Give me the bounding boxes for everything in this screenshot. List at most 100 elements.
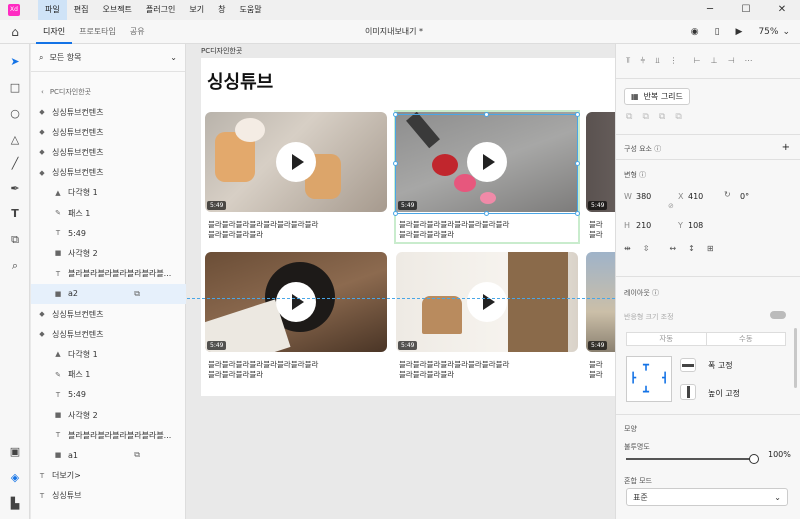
video-card[interactable]: 5:49 블라블라블라블라블라블라블라블라 블라블라블라블라 [396,252,578,380]
menu-plugin[interactable]: 플러그인 [139,0,182,20]
distribute-h-icon[interactable]: ⋯ [745,56,753,66]
layer-row[interactable]: ■ a2 ⧉ [31,283,186,304]
resize-handle[interactable] [484,112,489,117]
polygon-tool-icon[interactable]: △ [7,132,23,148]
menu-window[interactable]: 창 [211,0,232,20]
line-tool-icon[interactable]: ╱ [7,156,23,172]
layers-icon[interactable]: ◈ [7,470,23,486]
tab-prototype[interactable]: 프로토타입 [72,20,123,44]
layer-row[interactable]: ■ 사각형 2 [31,243,186,263]
height-field[interactable]: 210 [636,221,651,230]
lock-aspect-icon[interactable]: ⊘ [668,202,674,210]
y-field[interactable]: 108 [688,221,703,230]
layer-row[interactable]: ▲ 다각형 1 [31,344,186,364]
user-icon[interactable]: ◉ [691,27,699,37]
align-left-icon[interactable]: ⊢ [694,56,701,66]
menu-file[interactable]: 파일 [38,0,67,20]
layer-row[interactable]: ✎ 패스 1 [31,203,186,223]
layers-breadcrumb[interactable]: ‹ PC디자인한곳 [31,82,186,102]
fix-width-toggle[interactable] [680,358,696,372]
zoom-dropdown-icon[interactable]: ⌄ [782,27,790,37]
align-bottom-icon[interactable]: ⫫ [655,56,660,66]
layer-row[interactable]: ◆ 싱싱튜브컨텐츠 [31,304,186,324]
panel-scrollbar[interactable] [794,328,797,388]
fix-height-toggle[interactable] [680,384,696,400]
device-preview-icon[interactable]: ▯ [715,27,720,37]
rectangle-tool-icon[interactable]: □ [7,80,23,96]
layer-row[interactable]: ■ a1 ⧉ [31,445,186,465]
ellipse-tool-icon[interactable]: ○ [7,106,23,122]
chevron-down-icon[interactable]: ⌄ [170,53,177,62]
layer-row[interactable]: ◆ 싱싱튜브컨텐츠 [31,102,186,122]
document-title[interactable]: 이미지내보내기 * [365,20,423,44]
select-tool-icon[interactable]: ➤ [7,54,23,70]
video-card[interactable]: 5:49 블라블라블라블라블라블라블라블라 블라블라블라블라 [205,252,387,380]
add-component-icon[interactable]: + [782,142,790,153]
resize-handle[interactable] [575,161,580,166]
opacity-slider-knob[interactable] [749,454,759,464]
rotation-field[interactable]: 0° [740,192,749,201]
align-center-icon[interactable]: ⊥ [711,56,718,66]
resize-handle[interactable] [393,112,398,117]
resize-handle[interactable] [575,112,580,117]
play-preview-icon[interactable]: ▶ [736,27,743,37]
layer-row[interactable]: T 블라블라블라블라블라블라블... [31,425,186,445]
video-card[interactable]: 5:49 블라블라블라블라블라블라블라블라 블라블라블라블라 [396,112,578,240]
resize-handle[interactable] [484,211,489,216]
assets-icon[interactable]: ▣ [7,444,23,460]
boolean-intersect-icon[interactable]: ⧉ [659,112,665,122]
video-card[interactable]: 5:49 블라 블라 [586,252,615,380]
layer-row[interactable]: ▲ 다각형 1 [31,183,186,203]
responsive-toggle[interactable] [770,311,786,319]
home-icon[interactable]: ⌂ [0,25,30,39]
distribute-v-icon[interactable]: ⋮ [670,56,678,66]
canvas[interactable]: PC디자인한곳 싱싱튜브 5:49 블라블라블라블라블라블라블라블라 블라블라블라… [187,44,615,519]
align-top-icon[interactable]: ⫪ [626,56,631,66]
flip-vertical-icon[interactable]: ⇳ [643,244,650,253]
layer-row[interactable]: ■ 사각형 2 [31,405,186,425]
external-link-icon[interactable]: ⧉ [134,289,140,299]
layer-row[interactable]: T 5:49 [31,385,186,405]
artboard-label[interactable]: PC디자인한곳 [201,46,242,56]
resize-vertical-icon[interactable]: ↕ [688,244,695,253]
video-card[interactable]: 5:49 블라 블라 [586,112,615,240]
close-button[interactable]: ✕ [764,0,800,20]
video-card[interactable]: 5:49 블라블라블라블라블라블라블라블라 블라블라블라블라 [205,112,387,240]
resize-horizontal-icon[interactable]: ↔ [669,244,676,253]
resize-handle[interactable] [393,211,398,216]
layer-row[interactable]: ◆ 싱싱튜브컨텐츠 [31,163,186,183]
layers-search[interactable]: ⌕ 모든 항목 ⌄ [31,44,185,72]
opacity-value[interactable]: 100% [768,450,791,459]
repeat-grid-button[interactable]: ▦ 반복 그리드 [624,88,690,105]
auto-option[interactable]: 자동 [627,333,706,345]
layer-row[interactable]: ◆ 싱싱튜브컨텐츠 [31,122,186,142]
layer-row[interactable]: ✎ 패스 1 [31,365,186,385]
flip-horizontal-icon[interactable]: ⇹ [624,244,631,253]
external-link-icon[interactable]: ⧉ [134,450,140,460]
align-middle-icon[interactable]: ⫩ [641,56,646,66]
width-field[interactable]: 380 [636,192,651,201]
boolean-subtract-icon[interactable]: ⧉ [642,112,648,122]
layer-row[interactable]: T 싱싱튜브 [31,486,186,506]
resize-handle[interactable] [575,211,580,216]
layer-row[interactable]: T 5:49 [31,223,186,243]
resize-both-icon[interactable]: ⊞ [707,244,714,253]
constraint-widget[interactable]: ┳ ┣ ┫ ┻ [626,356,672,402]
minimize-button[interactable]: ─ [692,0,728,20]
align-right-icon[interactable]: ⊣ [728,56,735,66]
resize-handle[interactable] [393,161,398,166]
layer-row[interactable]: T 블라블라블라블라블라블라블... [31,264,186,284]
zoom-level[interactable]: 75% [758,27,778,37]
tab-share[interactable]: 공유 [123,20,152,44]
plugins-icon[interactable]: ▙ [7,496,23,512]
blend-mode-select[interactable]: 표준 ⌄ [626,488,788,506]
pen-tool-icon[interactable]: ✒ [7,181,23,197]
maximize-button[interactable]: ☐ [728,0,764,20]
layer-row[interactable]: T 더보기> [31,466,186,486]
tab-design[interactable]: 디자인 [36,20,73,44]
text-tool-icon[interactable]: T [7,206,23,222]
opacity-slider[interactable] [626,458,754,460]
menu-view[interactable]: 보기 [182,0,211,20]
zoom-tool-icon[interactable]: ⌕ [7,258,23,274]
manual-option[interactable]: 수동 [705,333,786,345]
